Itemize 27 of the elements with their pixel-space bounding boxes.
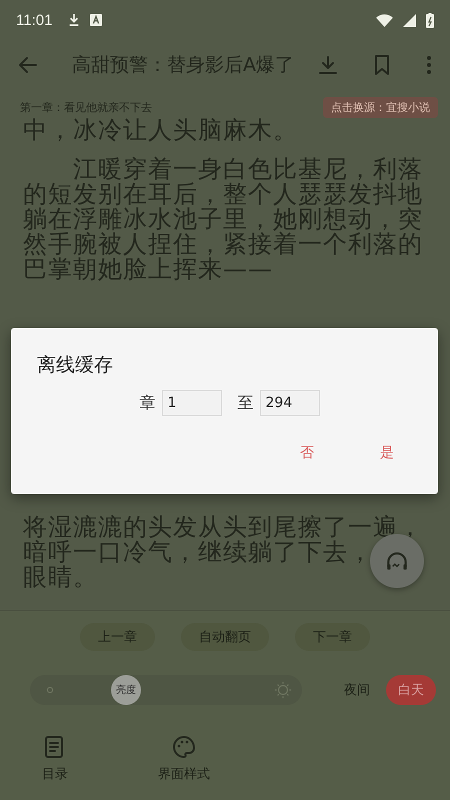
status-time: 11:01 (16, 12, 52, 28)
letter-a-icon (90, 14, 102, 26)
palette-icon (172, 735, 196, 759)
bottom-nav-item[interactable]: 界面样式 (158, 735, 210, 783)
wifi-icon (376, 14, 393, 26)
back-arrow-icon[interactable] (18, 55, 38, 75)
theme-option[interactable]: 夜间 (332, 675, 382, 705)
signal-icon (403, 14, 416, 26)
range-label: 至 (238, 392, 254, 414)
confirm-button[interactable]: 是 (372, 440, 402, 466)
battery-icon (426, 12, 434, 28)
bright-sun-icon (274, 681, 292, 699)
brightness-thumb[interactable]: 亮度 (110, 675, 141, 705)
range-label: 章 (140, 392, 156, 414)
chapter-start-field[interactable]: 1 (162, 390, 222, 416)
theme-option[interactable]: 白天 (386, 675, 436, 705)
more-menu-icon[interactable] (426, 55, 432, 75)
chapter-end-field[interactable]: 294 (260, 390, 320, 416)
download-icon (68, 13, 80, 27)
bottom-nav-item[interactable]: 目录 (42, 735, 68, 783)
download-icon[interactable] (318, 55, 338, 75)
dialog-title: 离线缓存 (37, 353, 114, 378)
cancel-button[interactable]: 否 (292, 440, 322, 466)
bookmark-icon[interactable] (374, 55, 390, 75)
dim-sun-icon (44, 684, 56, 696)
brightness-slider[interactable]: 亮度 (30, 675, 302, 705)
source-switch-link[interactable]: 点击换源：宜搜小说 (323, 96, 438, 118)
